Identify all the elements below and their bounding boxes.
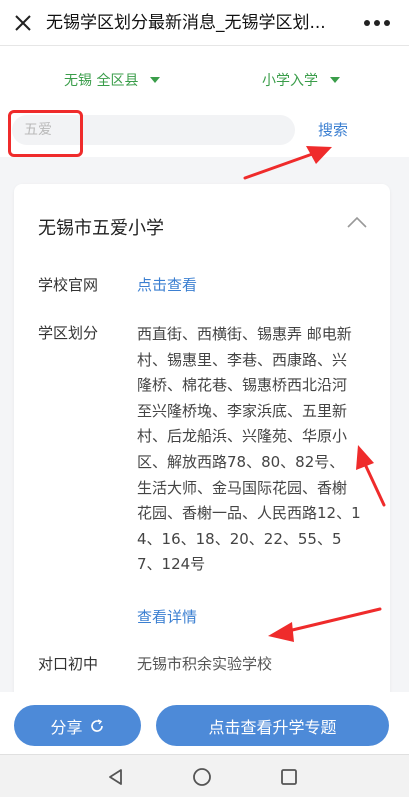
- district-label: 学区划分: [38, 324, 99, 342]
- website-label: 学校官网: [38, 276, 99, 294]
- share-button-label: 分享: [50, 717, 83, 737]
- region-filter[interactable]: 无锡 全区县: [64, 70, 161, 90]
- bottom-action-bar: 分享 点击查看升学专题: [0, 692, 409, 754]
- nav-home-icon[interactable]: [192, 767, 212, 791]
- system-nav-bar: [0, 754, 409, 797]
- chevron-up-icon[interactable]: [346, 214, 368, 228]
- search-row: 搜索: [0, 105, 409, 157]
- more-icon[interactable]: [360, 13, 394, 33]
- page-title: 无锡学区划分最新消息_无锡学区划...: [46, 13, 326, 33]
- details-link[interactable]: 查看详情: [137, 606, 197, 627]
- nav-recent-icon[interactable]: [280, 768, 298, 790]
- school-name: 无锡市五爱小学: [38, 218, 164, 239]
- close-icon[interactable]: [12, 12, 34, 34]
- region-filter-label: 无锡 全区县: [64, 73, 139, 89]
- share-button[interactable]: 分享: [14, 705, 141, 746]
- top-bar: 无锡学区划分最新消息_无锡学区划...: [0, 0, 409, 46]
- refresh-icon: [90, 718, 103, 732]
- middle-school-value: 无锡市积余实验学校: [137, 655, 273, 673]
- caret-down-icon: [150, 77, 161, 83]
- school-card: 无锡市五爱小学 学校官网 点击查看 学区划分 西直街、西横街、锡惠弄 邮电新村、…: [14, 184, 390, 704]
- middle-school-label: 对口初中: [38, 655, 99, 673]
- annotation-highlight-box: [8, 110, 83, 157]
- nav-back-icon[interactable]: [106, 767, 126, 791]
- website-link[interactable]: 点击查看: [137, 274, 197, 295]
- caret-down-icon: [330, 77, 340, 83]
- district-text: 西直街、西横街、锡惠弄 邮电新村、锡惠里、李巷、西康路、兴隆桥、棉花巷、锡惠桥西…: [137, 325, 361, 574]
- promo-button[interactable]: 点击查看升学专题: [156, 705, 389, 746]
- level-filter[interactable]: 小学入学: [262, 70, 340, 90]
- level-filter-label: 小学入学: [262, 73, 318, 89]
- search-button[interactable]: 搜索: [318, 119, 348, 140]
